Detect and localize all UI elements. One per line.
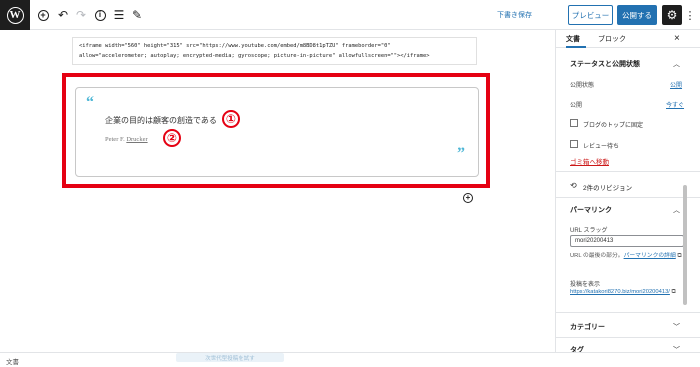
pending-review-label: レビュー待ち bbox=[583, 144, 620, 150]
annotation-marker-2: ② bbox=[163, 129, 181, 147]
view-post-url-wrap: https://katakori8270.biz/mori20200413/ ⧉ bbox=[570, 288, 688, 296]
info-icon[interactable]: i bbox=[92, 7, 108, 23]
more-options-icon[interactable]: ⋮ bbox=[684, 6, 696, 24]
code-line-1: <iframe width="560" height="315" src="ht… bbox=[79, 43, 391, 49]
undo-icon[interactable]: ↶ bbox=[55, 7, 71, 23]
list-view-icon[interactable]: ☰ bbox=[111, 7, 127, 23]
chevron-down-icon[interactable]: ﹀ bbox=[673, 345, 680, 352]
pending-review-checkbox[interactable] bbox=[570, 140, 578, 148]
revisions-link[interactable]: 2件のリビジョン bbox=[583, 182, 632, 192]
divider bbox=[556, 337, 700, 338]
tab-block[interactable]: ブロック bbox=[598, 34, 626, 44]
help-prefix: URL の最後の部分。 bbox=[570, 253, 624, 259]
chevron-up-icon[interactable]: ︿ bbox=[673, 59, 680, 69]
sidebar-scrollbar[interactable] bbox=[683, 185, 687, 305]
quote-text[interactable]: 企業の目的は顧客の創造である bbox=[105, 115, 217, 126]
url-slug-input[interactable]: mori20200413 bbox=[570, 235, 684, 247]
add-block-inline-icon[interactable]: + bbox=[463, 193, 473, 203]
annotation-marker-1: ① bbox=[222, 110, 240, 128]
visibility-label: 公開状態 bbox=[570, 83, 595, 89]
preview-button[interactable]: プレビュー bbox=[568, 5, 613, 25]
editor-toolbar: W + ↶ ↷ i ☰ ✎ 下書き保存 プレビュー 公開する ⚙ ⋮ bbox=[0, 0, 700, 30]
code-line-2: allow="accelerometer; autoplay; encrypte… bbox=[79, 53, 430, 59]
view-post-label: 投稿を表示 bbox=[570, 282, 601, 288]
quote-citation[interactable]: Peter F. Drucker bbox=[105, 136, 148, 143]
category-panel-title[interactable]: カテゴリー bbox=[570, 322, 605, 332]
status-panel-title[interactable]: ステータスと公開状態 bbox=[570, 59, 640, 69]
revisions-icon: ⟲ bbox=[570, 181, 577, 190]
publish-button[interactable]: 公開する bbox=[617, 5, 657, 25]
tab-document[interactable]: 文書 bbox=[566, 34, 580, 44]
external-link-icon: ⧉ bbox=[671, 289, 676, 295]
active-tab-indicator bbox=[566, 46, 586, 48]
status-bar: 文書 bbox=[0, 352, 700, 367]
quote-block[interactable] bbox=[75, 87, 479, 177]
divider bbox=[556, 312, 700, 313]
stick-top-label: ブログのトップに固定 bbox=[583, 123, 644, 129]
redo-icon[interactable]: ↷ bbox=[73, 7, 89, 23]
save-draft-link[interactable]: 下書き保存 bbox=[497, 10, 532, 20]
citation-name: Peter F. bbox=[105, 136, 127, 143]
publish-label: 公開 bbox=[570, 103, 583, 109]
citation-link[interactable]: Drucker bbox=[126, 136, 147, 143]
permalink-help-text: URL の最後の部分。パーマリンクの詳細 ⧉ bbox=[570, 252, 688, 260]
chevron-up-icon[interactable]: ︿ bbox=[673, 205, 680, 215]
move-to-trash-link[interactable]: ゴミ箱へ移動 bbox=[570, 156, 609, 166]
view-post-url-link[interactable]: https://katakori8270.biz/mori20200413/ bbox=[570, 289, 670, 295]
settings-sidebar: 文書 ブロック × ステータスと公開状態 ︿ 公開状態 公開 公開 今すぐ ブロ… bbox=[555, 30, 700, 352]
tag-panel-title[interactable]: タグ bbox=[570, 345, 584, 352]
add-block-icon[interactable]: + bbox=[35, 7, 51, 23]
close-sidebar-icon[interactable]: × bbox=[674, 33, 680, 44]
stick-top-checkbox[interactable] bbox=[570, 119, 578, 127]
sidebar-tabs: 文書 ブロック × bbox=[556, 30, 700, 48]
quote-open-mark: “ bbox=[86, 94, 94, 111]
edit-pencil-icon[interactable]: ✎ bbox=[129, 7, 145, 23]
wordpress-logo-icon[interactable]: W bbox=[0, 0, 30, 30]
html-code-block[interactable]: <iframe width="560" height="315" src="ht… bbox=[72, 37, 477, 65]
visibility-value-link[interactable]: 公開 bbox=[670, 80, 682, 89]
quote-close-mark: ” bbox=[457, 145, 465, 162]
publish-immediately-link[interactable]: 今すぐ bbox=[666, 100, 684, 109]
divider bbox=[556, 171, 700, 172]
faded-notice: 次世代型投稿を試す bbox=[176, 353, 284, 362]
settings-gear-icon[interactable]: ⚙ bbox=[662, 5, 682, 25]
chevron-down-icon[interactable]: ﹀ bbox=[673, 322, 680, 332]
breadcrumb-document[interactable]: 文書 bbox=[6, 356, 19, 366]
external-link-icon: ⧉ bbox=[677, 253, 682, 259]
slug-label: URL スラッグ bbox=[570, 228, 608, 234]
divider bbox=[556, 197, 700, 198]
permalink-details-link[interactable]: パーマリンクの詳細 bbox=[624, 253, 676, 259]
permalink-panel-title[interactable]: パーマリンク bbox=[570, 205, 612, 215]
